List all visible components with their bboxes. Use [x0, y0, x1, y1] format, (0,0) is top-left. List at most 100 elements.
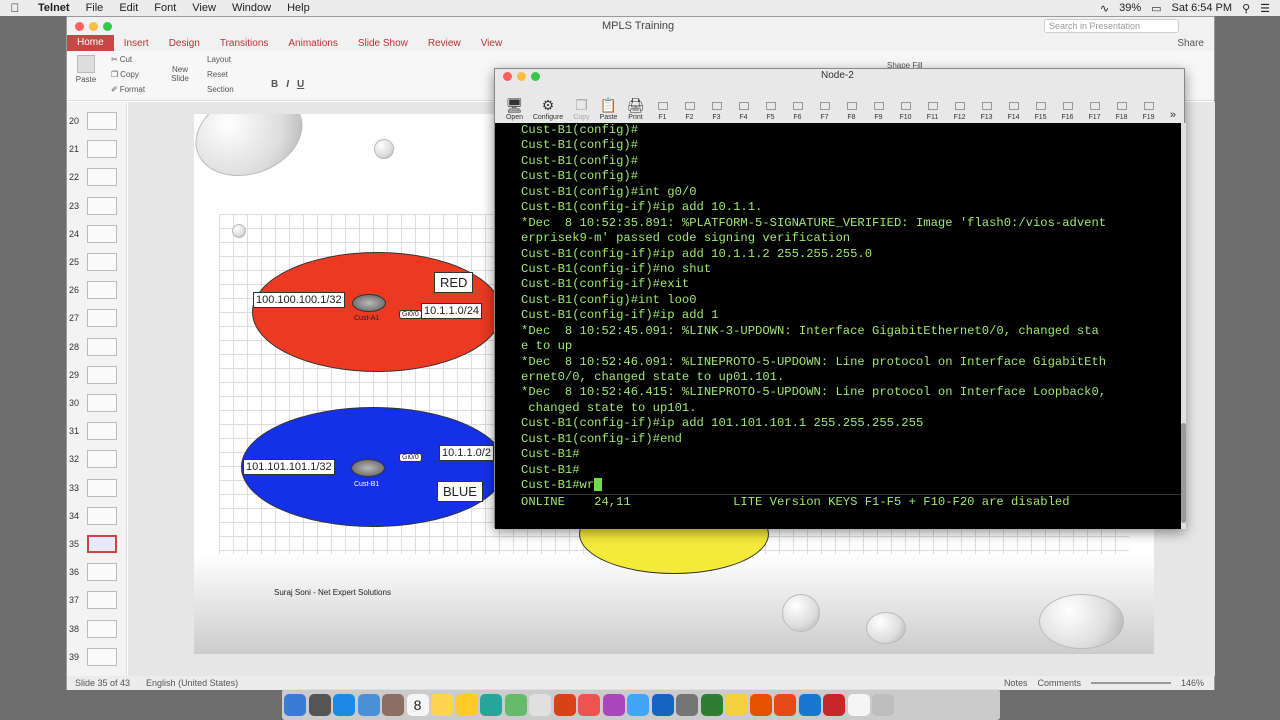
dock-app-icon[interactable]: [774, 693, 796, 716]
slide-thumbnail[interactable]: 36: [67, 563, 126, 591]
tab-home[interactable]: Home: [67, 35, 114, 51]
red-label[interactable]: RED: [434, 272, 474, 293]
spotlight-icon[interactable]: ⚲: [1242, 2, 1250, 15]
copy-button[interactable]: ❐ Copy: [568, 96, 595, 121]
share-button[interactable]: Share: [1177, 38, 1214, 49]
function-key-button[interactable]: F14: [1000, 102, 1027, 121]
function-key-button[interactable]: F18: [1108, 102, 1135, 121]
slide-thumbnail[interactable]: 28: [67, 337, 126, 366]
dock-app-icon[interactable]: [308, 693, 331, 716]
blue-label[interactable]: BLUE: [437, 481, 483, 502]
battery-icon[interactable]: ▭: [1151, 2, 1161, 15]
function-key-button[interactable]: F10: [892, 102, 919, 121]
print-button[interactable]: 🖨 Print: [622, 96, 649, 121]
paste-button[interactable]: 📋 Paste: [595, 96, 622, 121]
italic-icon[interactable]: I: [286, 79, 289, 90]
dock-app-icon[interactable]: [602, 693, 625, 716]
slide-thumbnail[interactable]: 31: [67, 422, 126, 450]
menu-view[interactable]: View: [184, 2, 224, 14]
menu-app-name[interactable]: Telnet: [30, 2, 78, 14]
function-key-button[interactable]: F16: [1054, 102, 1081, 121]
dock-app-icon[interactable]: [847, 693, 870, 716]
tab-transitions[interactable]: Transitions: [210, 38, 279, 49]
language-indicator[interactable]: English (United States): [138, 678, 246, 688]
terminal-scrollbar[interactable]: [1181, 123, 1186, 529]
slide-thumbnail[interactable]: 32: [67, 450, 126, 478]
function-key-button[interactable]: F19: [1135, 102, 1162, 121]
function-key-button[interactable]: F8: [838, 102, 865, 121]
menu-window[interactable]: Window: [224, 2, 279, 14]
minimize-button[interactable]: [89, 21, 98, 31]
bold-icon[interactable]: B: [271, 79, 278, 90]
ppt-search-input[interactable]: Search in Presentation: [1044, 19, 1179, 33]
function-key-button[interactable]: F7: [811, 102, 838, 121]
router-icon[interactable]: [352, 294, 386, 312]
slide-thumbnail[interactable]: 22: [67, 168, 126, 196]
zoom-button[interactable]: [103, 21, 112, 31]
function-key-button[interactable]: F3: [703, 102, 730, 121]
slide-thumbnail[interactable]: 38: [67, 619, 126, 648]
tab-insert[interactable]: Insert: [114, 38, 159, 49]
zoom-level[interactable]: 146%: [1181, 678, 1204, 688]
notification-center-icon[interactable]: ☰: [1260, 2, 1270, 15]
dock-app-icon[interactable]: [725, 693, 747, 716]
function-key-button[interactable]: F17: [1081, 102, 1108, 121]
underline-icon[interactable]: U: [297, 79, 304, 90]
slide-thumbnail[interactable]: 29: [67, 365, 126, 394]
calendar-icon[interactable]: 8: [406, 693, 429, 716]
close-button[interactable]: [503, 71, 512, 81]
slide-thumbnail[interactable]: 30: [67, 394, 126, 422]
blue-link-ip[interactable]: 10.1.1.0/2: [439, 445, 494, 461]
function-key-button[interactable]: F1: [649, 102, 676, 121]
dock-app-icon[interactable]: [357, 693, 380, 716]
tab-design[interactable]: Design: [159, 38, 210, 49]
apple-icon[interactable]: : [0, 1, 30, 15]
tab-animations[interactable]: Animations: [278, 38, 347, 49]
function-key-button[interactable]: F12: [946, 102, 973, 121]
cut-button[interactable]: ✂ Cut: [111, 55, 132, 64]
terminal-output[interactable]: Cust-B1(config)# Cust-B1(config)# Cust-B1(…: [495, 123, 1181, 529]
dock-app-icon[interactable]: [700, 693, 723, 716]
menu-help[interactable]: Help: [279, 2, 318, 14]
font-style-buttons[interactable]: BIU: [271, 79, 304, 90]
slide-thumbnail[interactable]: 27: [67, 309, 126, 337]
function-key-button[interactable]: F15: [1027, 102, 1054, 121]
dock-app-icon[interactable]: [798, 693, 821, 716]
zoom-slider[interactable]: [1090, 682, 1171, 684]
dock-app-icon[interactable]: [872, 693, 894, 716]
new-slide-button[interactable]: New Slide: [167, 65, 193, 83]
close-button[interactable]: [75, 21, 84, 31]
zoom-button[interactable]: [531, 71, 540, 81]
notes-button[interactable]: Notes: [1004, 678, 1028, 688]
dock-app-icon[interactable]: [578, 693, 600, 716]
paste-button[interactable]: Paste: [75, 55, 97, 84]
overflow-chevron-icon[interactable]: »: [1170, 109, 1184, 121]
slide-thumbnail[interactable]: 25: [67, 253, 126, 281]
format-painter-button[interactable]: ✐ Format: [111, 85, 145, 94]
dock-app-icon[interactable]: [284, 693, 306, 716]
menu-edit[interactable]: Edit: [111, 2, 146, 14]
open-button[interactable]: 🖥 Open: [501, 96, 528, 121]
red-link-ip[interactable]: 10.1.1.0/24: [421, 303, 483, 319]
configure-button[interactable]: ⚙ Configure: [528, 96, 568, 121]
function-key-button[interactable]: F11: [919, 102, 946, 121]
dock-app-icon[interactable]: [504, 693, 527, 716]
layout-button[interactable]: Layout: [207, 55, 231, 64]
minimize-button[interactable]: [517, 71, 526, 81]
slide-thumbnail[interactable]: 33: [67, 478, 126, 507]
battery-percent[interactable]: 39%: [1119, 2, 1141, 14]
function-key-button[interactable]: F2: [676, 102, 703, 121]
menu-font[interactable]: Font: [146, 2, 184, 14]
copy-button[interactable]: ❐ Copy: [111, 70, 139, 79]
function-key-button[interactable]: F9: [865, 102, 892, 121]
slide-thumbnail[interactable]: 39: [67, 647, 126, 676]
tab-review[interactable]: Review: [418, 38, 471, 49]
slide-thumbnail[interactable]: 21: [67, 140, 126, 168]
comments-button[interactable]: Comments: [1037, 678, 1081, 688]
function-key-button[interactable]: F4: [730, 102, 757, 121]
dock-app-icon[interactable]: [455, 693, 478, 716]
dock-app-icon[interactable]: [676, 693, 698, 716]
dock-app-icon[interactable]: [651, 693, 674, 716]
function-key-button[interactable]: F13: [973, 102, 1000, 121]
menu-file[interactable]: File: [78, 2, 112, 14]
